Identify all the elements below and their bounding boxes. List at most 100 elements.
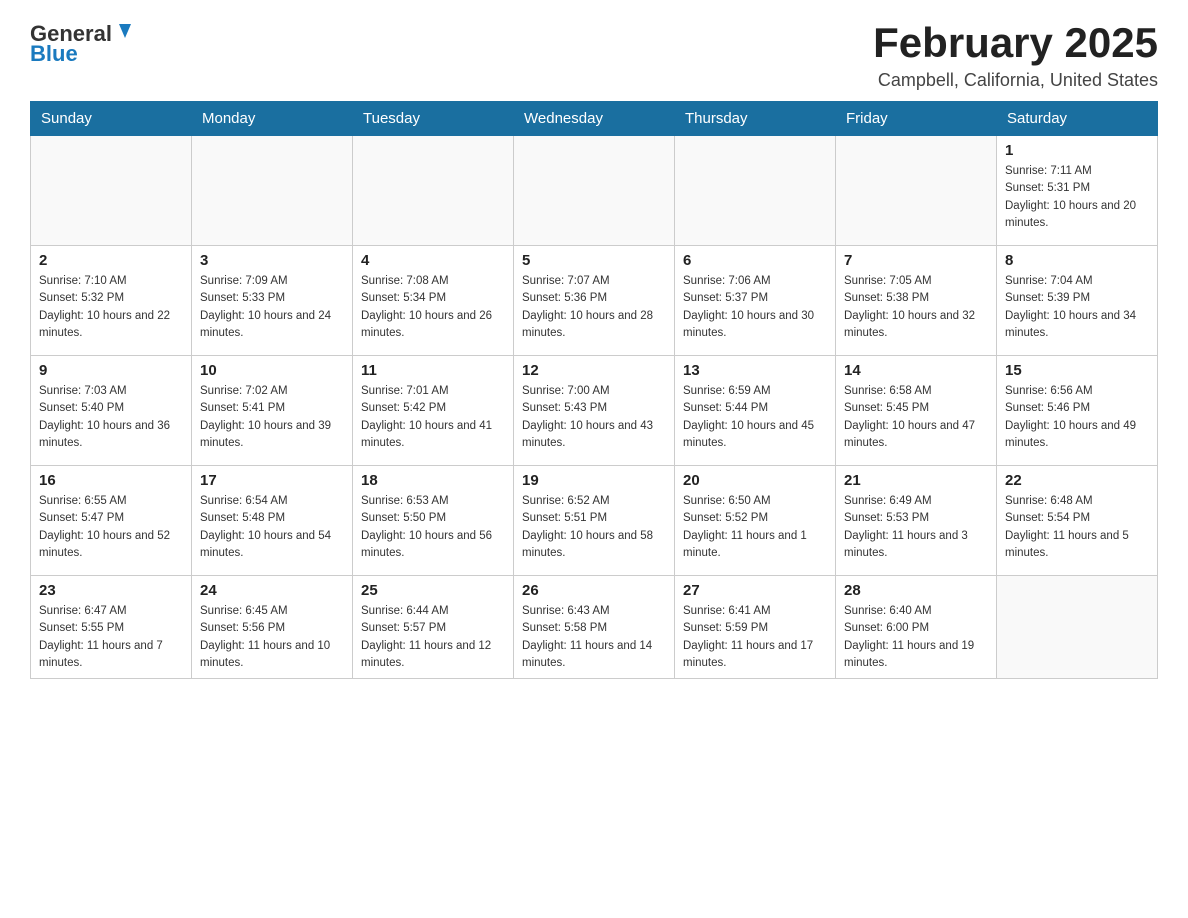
calendar-day-cell: 1 Sunrise: 7:11 AM Sunset: 5:31 PM Daylig… xyxy=(997,136,1158,246)
day-number: 24 xyxy=(200,582,344,599)
calendar-day-cell xyxy=(353,136,514,246)
calendar-day-cell: 20 Sunrise: 6:50 AM Sunset: 5:52 PM Dayli… xyxy=(675,466,836,576)
day-info: Sunrise: 6:47 AM Sunset: 5:55 PM Dayligh… xyxy=(39,603,183,672)
day-number: 3 xyxy=(200,252,344,269)
calendar-day-cell: 28 Sunrise: 6:40 AM Sunset: 6:00 PM Dayli… xyxy=(836,576,997,679)
header-monday: Monday xyxy=(192,102,353,136)
day-info: Sunrise: 6:45 AM Sunset: 5:56 PM Dayligh… xyxy=(200,603,344,672)
calendar-day-cell xyxy=(997,576,1158,679)
day-number: 18 xyxy=(361,472,505,489)
day-info: Sunrise: 6:44 AM Sunset: 5:57 PM Dayligh… xyxy=(361,603,505,672)
header-wednesday: Wednesday xyxy=(514,102,675,136)
day-info: Sunrise: 6:50 AM Sunset: 5:52 PM Dayligh… xyxy=(683,493,827,562)
calendar-day-cell: 25 Sunrise: 6:44 AM Sunset: 5:57 PM Dayli… xyxy=(353,576,514,679)
day-info: Sunrise: 7:05 AM Sunset: 5:38 PM Dayligh… xyxy=(844,273,988,342)
day-info: Sunrise: 7:02 AM Sunset: 5:41 PM Dayligh… xyxy=(200,383,344,452)
calendar-day-cell xyxy=(514,136,675,246)
day-info: Sunrise: 6:43 AM Sunset: 5:58 PM Dayligh… xyxy=(522,603,666,672)
calendar-day-cell xyxy=(675,136,836,246)
calendar-day-cell: 14 Sunrise: 6:58 AM Sunset: 5:45 PM Dayli… xyxy=(836,356,997,466)
calendar-day-cell: 22 Sunrise: 6:48 AM Sunset: 5:54 PM Dayli… xyxy=(997,466,1158,576)
day-info: Sunrise: 7:01 AM Sunset: 5:42 PM Dayligh… xyxy=(361,383,505,452)
day-info: Sunrise: 6:56 AM Sunset: 5:46 PM Dayligh… xyxy=(1005,383,1149,452)
calendar-day-cell: 4 Sunrise: 7:08 AM Sunset: 5:34 PM Daylig… xyxy=(353,246,514,356)
logo-icon xyxy=(114,20,136,42)
day-info: Sunrise: 6:53 AM Sunset: 5:50 PM Dayligh… xyxy=(361,493,505,562)
calendar-day-cell: 23 Sunrise: 6:47 AM Sunset: 5:55 PM Dayli… xyxy=(31,576,192,679)
day-number: 19 xyxy=(522,472,666,489)
day-info: Sunrise: 6:54 AM Sunset: 5:48 PM Dayligh… xyxy=(200,493,344,562)
day-info: Sunrise: 6:55 AM Sunset: 5:47 PM Dayligh… xyxy=(39,493,183,562)
day-number: 21 xyxy=(844,472,988,489)
day-number: 20 xyxy=(683,472,827,489)
day-number: 25 xyxy=(361,582,505,599)
day-info: Sunrise: 6:40 AM Sunset: 6:00 PM Dayligh… xyxy=(844,603,988,672)
day-number: 23 xyxy=(39,582,183,599)
day-number: 12 xyxy=(522,362,666,379)
calendar-table: Sunday Monday Tuesday Wednesday Thursday… xyxy=(30,101,1158,679)
day-number: 14 xyxy=(844,362,988,379)
calendar-week-row: 1 Sunrise: 7:11 AM Sunset: 5:31 PM Daylig… xyxy=(31,136,1158,246)
day-number: 8 xyxy=(1005,252,1149,269)
calendar-header-row: Sunday Monday Tuesday Wednesday Thursday… xyxy=(31,102,1158,136)
calendar-day-cell xyxy=(31,136,192,246)
day-info: Sunrise: 6:49 AM Sunset: 5:53 PM Dayligh… xyxy=(844,493,988,562)
calendar-day-cell: 17Sunrise: 6:54 AM Sunset: 5:48 PM Dayli… xyxy=(192,466,353,576)
header-friday: Friday xyxy=(836,102,997,136)
logo: General Blue xyxy=(30,20,136,67)
calendar-day-cell: 16 Sunrise: 6:55 AM Sunset: 5:47 PM Dayli… xyxy=(31,466,192,576)
day-info: Sunrise: 6:58 AM Sunset: 5:45 PM Dayligh… xyxy=(844,383,988,452)
calendar-day-cell: 2Sunrise: 7:10 AM Sunset: 5:32 PM Daylig… xyxy=(31,246,192,356)
day-number: 5 xyxy=(522,252,666,269)
day-info: Sunrise: 6:41 AM Sunset: 5:59 PM Dayligh… xyxy=(683,603,827,672)
day-number: 28 xyxy=(844,582,988,599)
page-header: General Blue February 2025 Campbell, Cal… xyxy=(30,20,1158,91)
calendar-day-cell: 8 Sunrise: 7:04 AM Sunset: 5:39 PM Daylig… xyxy=(997,246,1158,356)
logo-blue-text: Blue xyxy=(30,41,78,67)
location-title: Campbell, California, United States xyxy=(873,70,1158,91)
day-info: Sunrise: 7:04 AM Sunset: 5:39 PM Dayligh… xyxy=(1005,273,1149,342)
day-number: 2 xyxy=(39,252,183,269)
calendar-week-row: 23 Sunrise: 6:47 AM Sunset: 5:55 PM Dayli… xyxy=(31,576,1158,679)
day-info: Sunrise: 7:11 AM Sunset: 5:31 PM Dayligh… xyxy=(1005,163,1149,232)
day-number: 7 xyxy=(844,252,988,269)
day-info: Sunrise: 7:03 AM Sunset: 5:40 PM Dayligh… xyxy=(39,383,183,452)
calendar-day-cell: 3 Sunrise: 7:09 AM Sunset: 5:33 PM Daylig… xyxy=(192,246,353,356)
day-info: Sunrise: 7:00 AM Sunset: 5:43 PM Dayligh… xyxy=(522,383,666,452)
day-info: Sunrise: 7:07 AM Sunset: 5:36 PM Dayligh… xyxy=(522,273,666,342)
calendar-day-cell: 9 Sunrise: 7:03 AM Sunset: 5:40 PM Daylig… xyxy=(31,356,192,466)
calendar-day-cell: 18 Sunrise: 6:53 AM Sunset: 5:50 PM Dayli… xyxy=(353,466,514,576)
calendar-day-cell: 10Sunrise: 7:02 AM Sunset: 5:41 PM Dayli… xyxy=(192,356,353,466)
header-tuesday: Tuesday xyxy=(353,102,514,136)
day-number: 16 xyxy=(39,472,183,489)
calendar-day-cell: 7 Sunrise: 7:05 AM Sunset: 5:38 PM Daylig… xyxy=(836,246,997,356)
day-number: 9 xyxy=(39,362,183,379)
day-number: 1 xyxy=(1005,142,1149,159)
calendar-day-cell: 27Sunrise: 6:41 AM Sunset: 5:59 PM Dayli… xyxy=(675,576,836,679)
calendar-day-cell: 26 Sunrise: 6:43 AM Sunset: 5:58 PM Dayli… xyxy=(514,576,675,679)
day-number: 6 xyxy=(683,252,827,269)
day-info: Sunrise: 6:59 AM Sunset: 5:44 PM Dayligh… xyxy=(683,383,827,452)
calendar-day-cell xyxy=(836,136,997,246)
day-number: 26 xyxy=(522,582,666,599)
calendar-day-cell: 24 Sunrise: 6:45 AM Sunset: 5:56 PM Dayli… xyxy=(192,576,353,679)
calendar-day-cell: 5 Sunrise: 7:07 AM Sunset: 5:36 PM Daylig… xyxy=(514,246,675,356)
header-sunday: Sunday xyxy=(31,102,192,136)
calendar-day-cell: 15 Sunrise: 6:56 AM Sunset: 5:46 PM Dayli… xyxy=(997,356,1158,466)
day-number: 15 xyxy=(1005,362,1149,379)
calendar-day-cell: 12 Sunrise: 7:00 AM Sunset: 5:43 PM Dayli… xyxy=(514,356,675,466)
day-info: Sunrise: 7:09 AM Sunset: 5:33 PM Dayligh… xyxy=(200,273,344,342)
calendar-day-cell xyxy=(192,136,353,246)
calendar-day-cell: 6Sunrise: 7:06 AM Sunset: 5:37 PM Daylig… xyxy=(675,246,836,356)
calendar-day-cell: 19 Sunrise: 6:52 AM Sunset: 5:51 PM Dayli… xyxy=(514,466,675,576)
day-info: Sunrise: 6:52 AM Sunset: 5:51 PM Dayligh… xyxy=(522,493,666,562)
day-info: Sunrise: 6:48 AM Sunset: 5:54 PM Dayligh… xyxy=(1005,493,1149,562)
header-thursday: Thursday xyxy=(675,102,836,136)
day-number: 4 xyxy=(361,252,505,269)
calendar-week-row: 16 Sunrise: 6:55 AM Sunset: 5:47 PM Dayli… xyxy=(31,466,1158,576)
calendar-week-row: 2Sunrise: 7:10 AM Sunset: 5:32 PM Daylig… xyxy=(31,246,1158,356)
day-number: 22 xyxy=(1005,472,1149,489)
day-number: 11 xyxy=(361,362,505,379)
day-info: Sunrise: 7:08 AM Sunset: 5:34 PM Dayligh… xyxy=(361,273,505,342)
title-section: February 2025 Campbell, California, Unit… xyxy=(873,20,1158,91)
